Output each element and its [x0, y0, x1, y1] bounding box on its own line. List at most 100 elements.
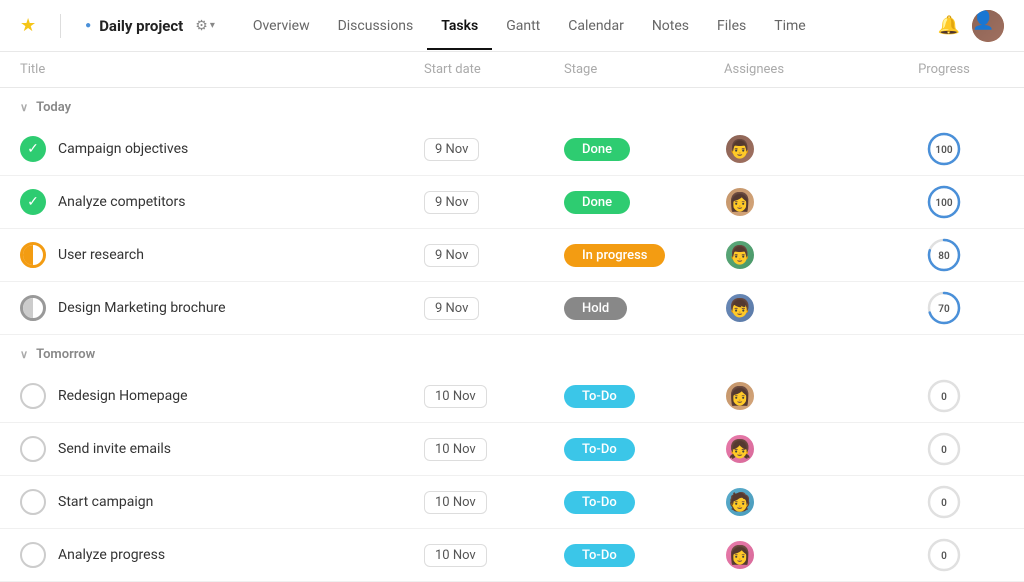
stage-badge[interactable]: Hold: [564, 297, 627, 320]
table-row[interactable]: User research 9 Nov In progress 👨 80: [0, 229, 1024, 282]
assignee-cell: 👩: [724, 186, 884, 218]
col-title: Title: [20, 62, 424, 77]
assignee-cell: 👧: [724, 433, 884, 465]
col-stage: Stage: [564, 62, 724, 77]
table-row[interactable]: Analyze progress 10 Nov To-Do 👩 0: [0, 529, 1024, 582]
chevron-icon[interactable]: ∨: [20, 348, 28, 361]
date-cell: 9 Nov: [424, 244, 564, 267]
tab-calendar[interactable]: Calendar: [554, 2, 638, 50]
progress-cell: 100: [884, 131, 1004, 167]
task-title: Analyze progress: [58, 547, 165, 563]
tab-discussions[interactable]: Discussions: [324, 2, 428, 50]
stage-badge[interactable]: To-Do: [564, 438, 635, 461]
table-row[interactable]: Send invite emails 10 Nov To-Do 👧 0: [0, 423, 1024, 476]
task-title: User research: [58, 247, 144, 263]
date-badge[interactable]: 10 Nov: [424, 544, 487, 567]
task-title: Design Marketing brochure: [58, 300, 226, 316]
progress-ring: 100: [926, 131, 962, 167]
progress-cell: 80: [884, 237, 1004, 273]
progress-cell: 0: [884, 431, 1004, 467]
app-container: ★ ● Daily project ⚙ ▾ Overview Discussio…: [0, 0, 1024, 582]
stage-cell: Done: [564, 138, 724, 161]
header: ★ ● Daily project ⚙ ▾ Overview Discussio…: [0, 0, 1024, 52]
status-done-icon: ✓: [20, 189, 46, 215]
status-todo-icon: [20, 436, 46, 462]
date-badge[interactable]: 9 Nov: [424, 297, 479, 320]
stage-cell: In progress: [564, 244, 724, 267]
avatar-image: 👤: [972, 10, 1004, 42]
task-title: Campaign objectives: [58, 141, 188, 157]
svg-text:0: 0: [941, 392, 947, 403]
table-row[interactable]: Redesign Homepage 10 Nov To-Do 👩 0: [0, 370, 1024, 423]
chevron-icon[interactable]: ∨: [20, 101, 28, 114]
tab-time[interactable]: Time: [760, 2, 819, 50]
progress-cell: 0: [884, 484, 1004, 520]
tab-tasks[interactable]: Tasks: [427, 2, 492, 50]
assignee-cell: 👩: [724, 380, 884, 412]
date-cell: 10 Nov: [424, 544, 564, 567]
project-title: Daily project: [99, 17, 183, 35]
date-badge[interactable]: 10 Nov: [424, 385, 487, 408]
progress-cell: 70: [884, 290, 1004, 326]
gear-button[interactable]: ⚙ ▾: [191, 15, 219, 36]
svg-text:0: 0: [941, 551, 947, 562]
tab-overview[interactable]: Overview: [239, 2, 324, 50]
dot-icon: ●: [85, 20, 91, 31]
col-start-date: Start date: [424, 62, 564, 77]
date-badge[interactable]: 9 Nov: [424, 244, 479, 267]
status-todo-icon: [20, 383, 46, 409]
stage-badge[interactable]: In progress: [564, 244, 665, 267]
title-cell: Design Marketing brochure: [20, 295, 424, 321]
progress-ring: 0: [926, 431, 962, 467]
progress-ring: 100: [926, 184, 962, 220]
stage-cell: To-Do: [564, 491, 724, 514]
stage-cell: Done: [564, 191, 724, 214]
stage-badge[interactable]: To-Do: [564, 491, 635, 514]
date-cell: 9 Nov: [424, 191, 564, 214]
task-title: Redesign Homepage: [58, 388, 188, 404]
assignee-avatar: 👦: [724, 292, 756, 324]
stage-badge[interactable]: To-Do: [564, 544, 635, 567]
task-title: Start campaign: [58, 494, 153, 510]
progress-ring: 70: [926, 290, 962, 326]
date-badge[interactable]: 10 Nov: [424, 491, 487, 514]
date-badge[interactable]: 9 Nov: [424, 138, 479, 161]
stage-cell: To-Do: [564, 438, 724, 461]
date-cell: 10 Nov: [424, 438, 564, 461]
assignee-avatar: 👨: [724, 239, 756, 271]
progress-cell: 100: [884, 184, 1004, 220]
date-badge[interactable]: 10 Nov: [424, 438, 487, 461]
date-cell: 10 Nov: [424, 491, 564, 514]
title-cell: Start campaign: [20, 489, 424, 515]
stage-badge[interactable]: Done: [564, 191, 630, 214]
section-tomorrow: ∨ Tomorrow: [0, 335, 1024, 370]
stage-badge[interactable]: Done: [564, 138, 630, 161]
tab-notes[interactable]: Notes: [638, 2, 703, 50]
title-cell: ✓ Analyze competitors: [20, 189, 424, 215]
tab-gantt[interactable]: Gantt: [492, 2, 554, 50]
section-label: Today: [36, 100, 71, 115]
stage-badge[interactable]: To-Do: [564, 385, 635, 408]
bell-icon[interactable]: 🔔: [938, 15, 960, 36]
date-badge[interactable]: 9 Nov: [424, 191, 479, 214]
gear-icon: ⚙: [195, 17, 208, 34]
tab-files[interactable]: Files: [703, 2, 760, 50]
stage-cell: To-Do: [564, 385, 724, 408]
svg-text:100: 100: [935, 145, 952, 156]
svg-text:70: 70: [938, 304, 950, 315]
assignee-avatar: 👩: [724, 186, 756, 218]
progress-ring: 0: [926, 484, 962, 520]
table-row[interactable]: ✓ Campaign objectives 9 Nov Done 👨 100: [0, 123, 1024, 176]
svg-text:100: 100: [935, 198, 952, 209]
stage-cell: To-Do: [564, 544, 724, 567]
table-row[interactable]: ✓ Analyze competitors 9 Nov Done 👩 100: [0, 176, 1024, 229]
task-table: Title Start date Stage Assignees Progres…: [0, 52, 1024, 582]
date-cell: 9 Nov: [424, 138, 564, 161]
section-label: Tomorrow: [36, 347, 95, 362]
table-row[interactable]: Start campaign 10 Nov To-Do 🧑 0: [0, 476, 1024, 529]
assignee-cell: 👩: [724, 539, 884, 571]
table-row[interactable]: Design Marketing brochure 9 Nov Hold 👦 7…: [0, 282, 1024, 335]
task-title: Send invite emails: [58, 441, 171, 457]
user-avatar[interactable]: 👤: [972, 10, 1004, 42]
star-icon[interactable]: ★: [20, 15, 36, 36]
